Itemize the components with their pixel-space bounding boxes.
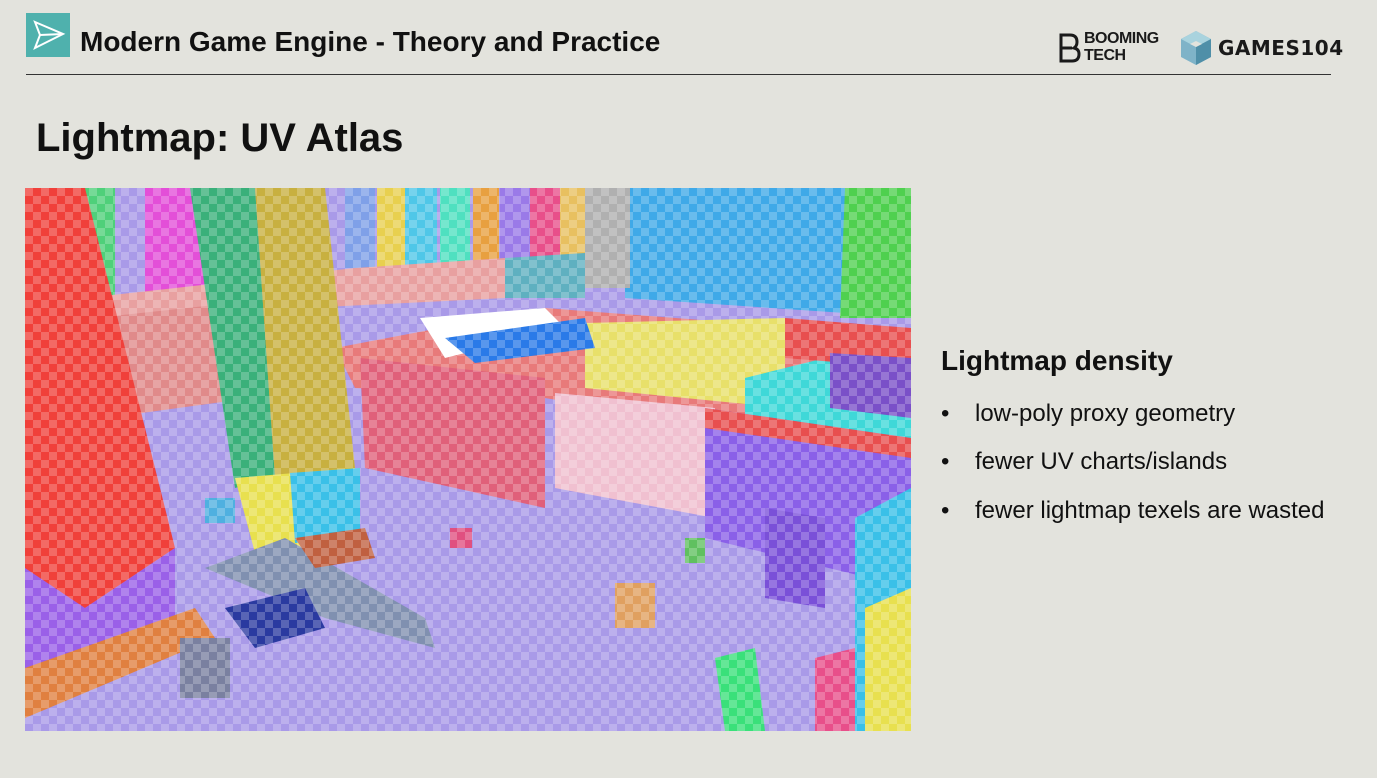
header-divider [26,74,1331,75]
cube-icon [1181,31,1211,65]
slide-header: Modern Game Engine - Theory and Practice… [0,0,1377,80]
games104-logo: GAMES104 [1180,30,1343,66]
uv-atlas-image [25,188,911,731]
games104-text: GAMES104 [1218,36,1344,60]
bullet-text: fewer UV charts/islands [975,448,1228,475]
booming-b-icon [1059,33,1081,63]
course-title: Modern Game Engine - Theory and Practice [80,26,661,57]
bullet-text: low-poly proxy geometry [975,400,1236,427]
tech-text: TECH [1084,47,1126,64]
paper-plane-icon [26,13,70,57]
section-heading: Lightmap density [941,345,1173,376]
bullet-item: • low-poly proxy geometry [941,400,1236,427]
bullet-item: • fewer UV charts/islands [941,448,1228,475]
bullet-item: • fewer lightmap texels are wasted [941,497,1325,524]
booming-text: BOOMING [1084,30,1159,47]
slide-title: Lightmap: UV Atlas [36,116,404,160]
bullet-text: fewer lightmap texels are wasted [975,497,1325,524]
booming-tech-logo: BOOMING TECH [1058,30,1170,66]
